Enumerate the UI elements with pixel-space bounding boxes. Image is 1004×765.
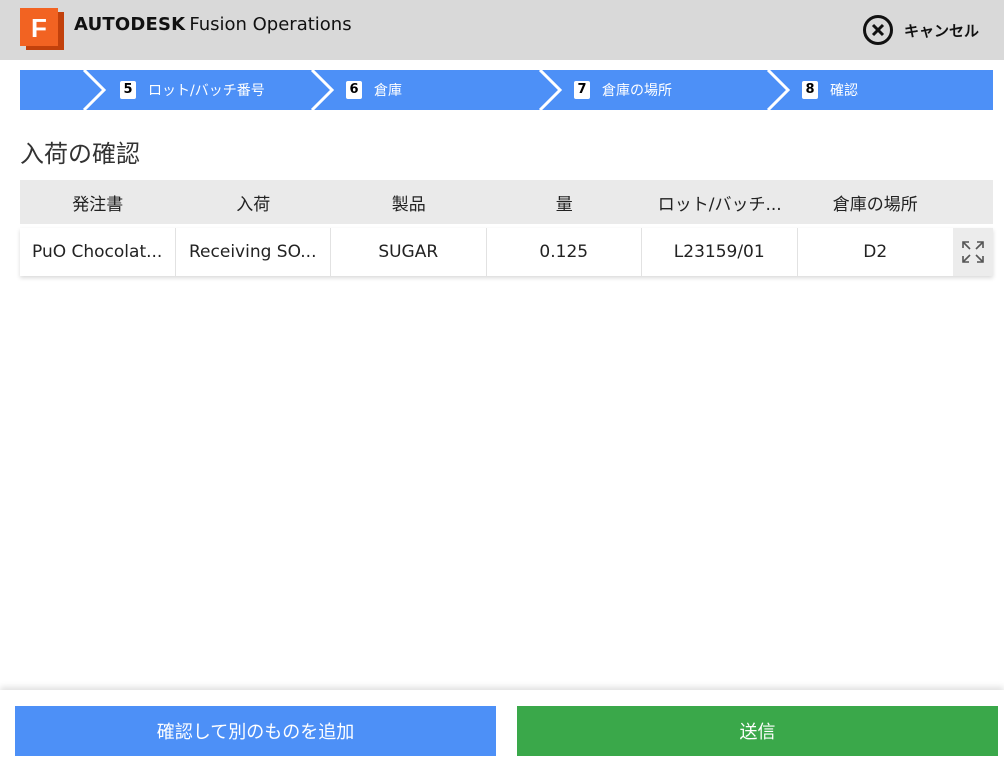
table-row: PuO Chocolat... Receiving SO... SUGAR 0.… xyxy=(20,228,993,276)
step-number: 5 xyxy=(120,81,136,99)
step-confirm[interactable]: 8 確認 xyxy=(802,70,858,110)
step-label: 倉庫 xyxy=(374,83,402,99)
top-bar: F AUTODESK Fusion Operations キャンセル xyxy=(0,0,1004,60)
cell-quantity: 0.125 xyxy=(487,228,642,276)
send-button[interactable]: 送信 xyxy=(517,706,998,756)
column-header-location: 倉庫の場所 xyxy=(832,194,918,215)
step-progress-bar: 5 ロット/バッチ番号 6 倉庫 7 倉庫の場所 8 確認 xyxy=(20,70,993,110)
footer-bar: 確認して別のものを追加 送信 xyxy=(0,690,1004,765)
step-warehouse-location[interactable]: 7 倉庫の場所 xyxy=(574,70,672,110)
page-title: 入荷の確認 xyxy=(20,140,140,168)
logo-letter: F xyxy=(31,13,47,43)
step-number: 7 xyxy=(574,81,590,99)
product-name: Fusion Operations xyxy=(189,14,352,35)
column-header-purchase-order: 発注書 xyxy=(72,194,124,215)
step-label: 倉庫の場所 xyxy=(602,83,672,99)
cancel-label: キャンセル xyxy=(904,21,980,40)
step-warehouse[interactable]: 6 倉庫 xyxy=(346,70,402,110)
step-label: ロット/バッチ番号 xyxy=(148,83,265,99)
column-header-lot-batch: ロット/バッチ... xyxy=(657,194,782,215)
step-label: 確認 xyxy=(830,83,858,99)
expand-icon xyxy=(962,241,984,263)
cell-lot-batch: L23159/01 xyxy=(642,228,798,276)
confirm-and-add-button[interactable]: 確認して別のものを追加 xyxy=(15,706,496,756)
close-circle-icon xyxy=(863,15,893,45)
step-lot-batch[interactable]: 5 ロット/バッチ番号 xyxy=(120,70,265,110)
table-header: 発注書 入荷 製品 量 ロット/バッチ... 倉庫の場所 xyxy=(20,180,993,224)
cell-location: D2 xyxy=(863,242,888,262)
column-header-product: 製品 xyxy=(391,194,426,215)
column-header-quantity: 量 xyxy=(555,194,573,215)
expand-row-button[interactable] xyxy=(953,228,993,276)
receipt-table: 発注書 入荷 製品 量 ロット/バッチ... 倉庫の場所 PuO Chocola… xyxy=(20,180,993,276)
cell-purchase-order: PuO Chocolat... xyxy=(20,228,176,276)
app-title: AUTODESK Fusion Operations xyxy=(74,14,352,35)
step-number: 6 xyxy=(346,81,362,99)
column-header-receiving: 入荷 xyxy=(236,194,271,215)
cell-product: SUGAR xyxy=(331,228,487,276)
step-number: 8 xyxy=(802,81,818,99)
cancel-button[interactable]: キャンセル xyxy=(862,14,979,46)
fusion-logo-icon: F xyxy=(20,8,64,50)
cell-receiving: Receiving SO... xyxy=(176,228,331,276)
brand-name: AUTODESK xyxy=(74,14,186,35)
